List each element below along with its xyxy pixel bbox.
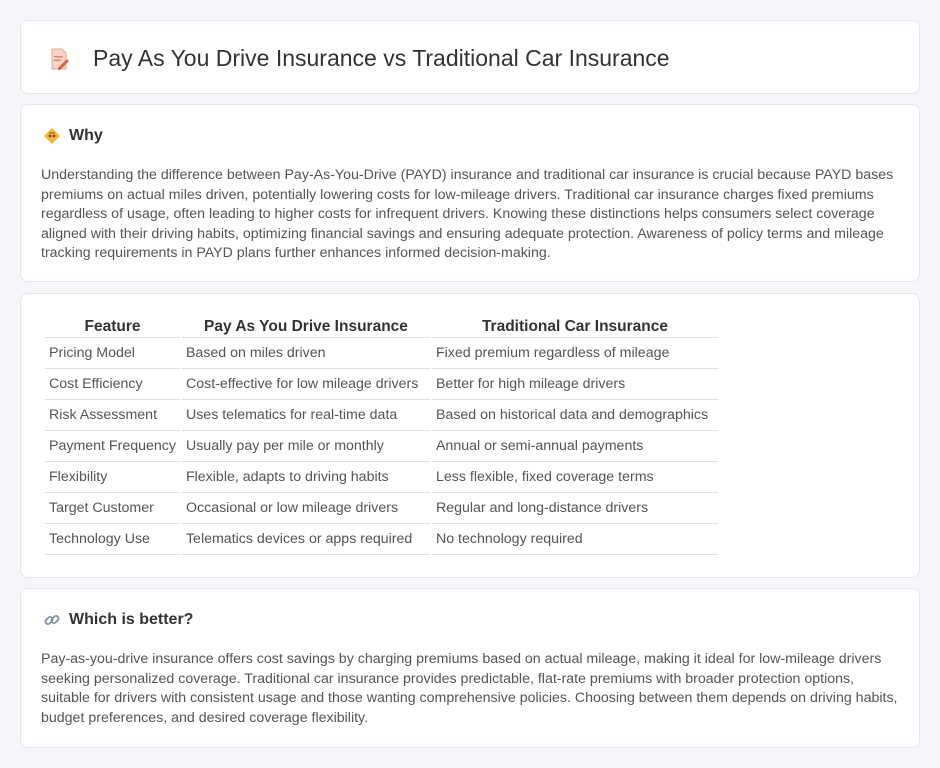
table-row: Pricing Model Based on miles driven Fixe… <box>45 338 718 369</box>
table-row: Risk Assessment Uses telematics for real… <box>45 400 718 431</box>
payd-cell: Telematics devices or apps required <box>181 524 430 555</box>
feature-cell: Pricing Model <box>45 338 180 369</box>
traditional-cell: Based on historical data and demographic… <box>431 400 718 431</box>
feature-cell: Target Customer <box>45 493 180 524</box>
link-icon <box>44 615 60 625</box>
payd-cell: Occasional or low mileage drivers <box>181 493 430 524</box>
traditional-cell: No technology required <box>431 524 718 555</box>
table-header-row: Feature Pay As You Drive Insurance Tradi… <box>45 316 718 338</box>
traditional-cell: Better for high mileage drivers <box>431 369 718 400</box>
payd-cell: Based on miles driven <box>181 338 430 369</box>
header-traditional: Traditional Car Insurance <box>431 316 718 338</box>
payd-cell: Uses telematics for real-time data <box>181 400 430 431</box>
why-card: Why Understanding the difference between… <box>20 104 920 282</box>
feature-cell: Flexibility <box>45 462 180 493</box>
document-pencil-icon <box>51 48 69 70</box>
traditional-cell: Fixed premium regardless of mileage <box>431 338 718 369</box>
page-title: Pay As You Drive Insurance vs Traditiona… <box>93 45 670 71</box>
table-row: Cost Efficiency Cost-effective for low m… <box>45 369 718 400</box>
traditional-cell: Annual or semi-annual payments <box>431 431 718 462</box>
better-heading: Which is better? <box>43 611 193 629</box>
why-heading: Why <box>43 127 103 145</box>
why-text: Understanding the difference between Pay… <box>41 167 894 262</box>
table-row: Target Customer Occasional or low mileag… <box>45 493 718 524</box>
title-row: Pay As You Drive Insurance vs Traditiona… <box>47 45 670 72</box>
which-better-card: Which is better? Pay-as-you-drive insura… <box>20 588 920 748</box>
traditional-cell: Regular and long-distance drivers <box>431 493 718 524</box>
payd-cell: Flexible, adapts to driving habits <box>181 462 430 493</box>
comparison-card: Feature Pay As You Drive Insurance Tradi… <box>20 293 920 578</box>
header-feature: Feature <box>45 316 180 338</box>
table-row: Payment Frequency Usually pay per mile o… <box>45 431 718 462</box>
header-payd: Pay As You Drive Insurance <box>181 316 430 338</box>
feature-cell: Cost Efficiency <box>45 369 180 400</box>
title-card: Pay As You Drive Insurance vs Traditiona… <box>20 20 920 94</box>
payd-cell: Usually pay per mile or monthly <box>181 431 430 462</box>
payd-cell: Cost-effective for low mileage drivers <box>181 369 430 400</box>
better-title: Which is better? <box>69 611 194 628</box>
feature-cell: Technology Use <box>45 524 180 555</box>
better-text: Pay-as-you-drive insurance offers cost s… <box>41 651 898 726</box>
feature-cell: Payment Frequency <box>45 431 180 462</box>
feature-cell: Risk Assessment <box>45 400 180 431</box>
table-row: Flexibility Flexible, adapts to driving … <box>45 462 718 493</box>
diamond-warning-icon <box>44 128 60 144</box>
why-title: Why <box>69 127 103 144</box>
traditional-cell: Less flexible, fixed coverage terms <box>431 462 718 493</box>
table-row: Technology Use Telematics devices or app… <box>45 524 718 555</box>
comparison-table: Feature Pay As You Drive Insurance Tradi… <box>43 316 720 555</box>
